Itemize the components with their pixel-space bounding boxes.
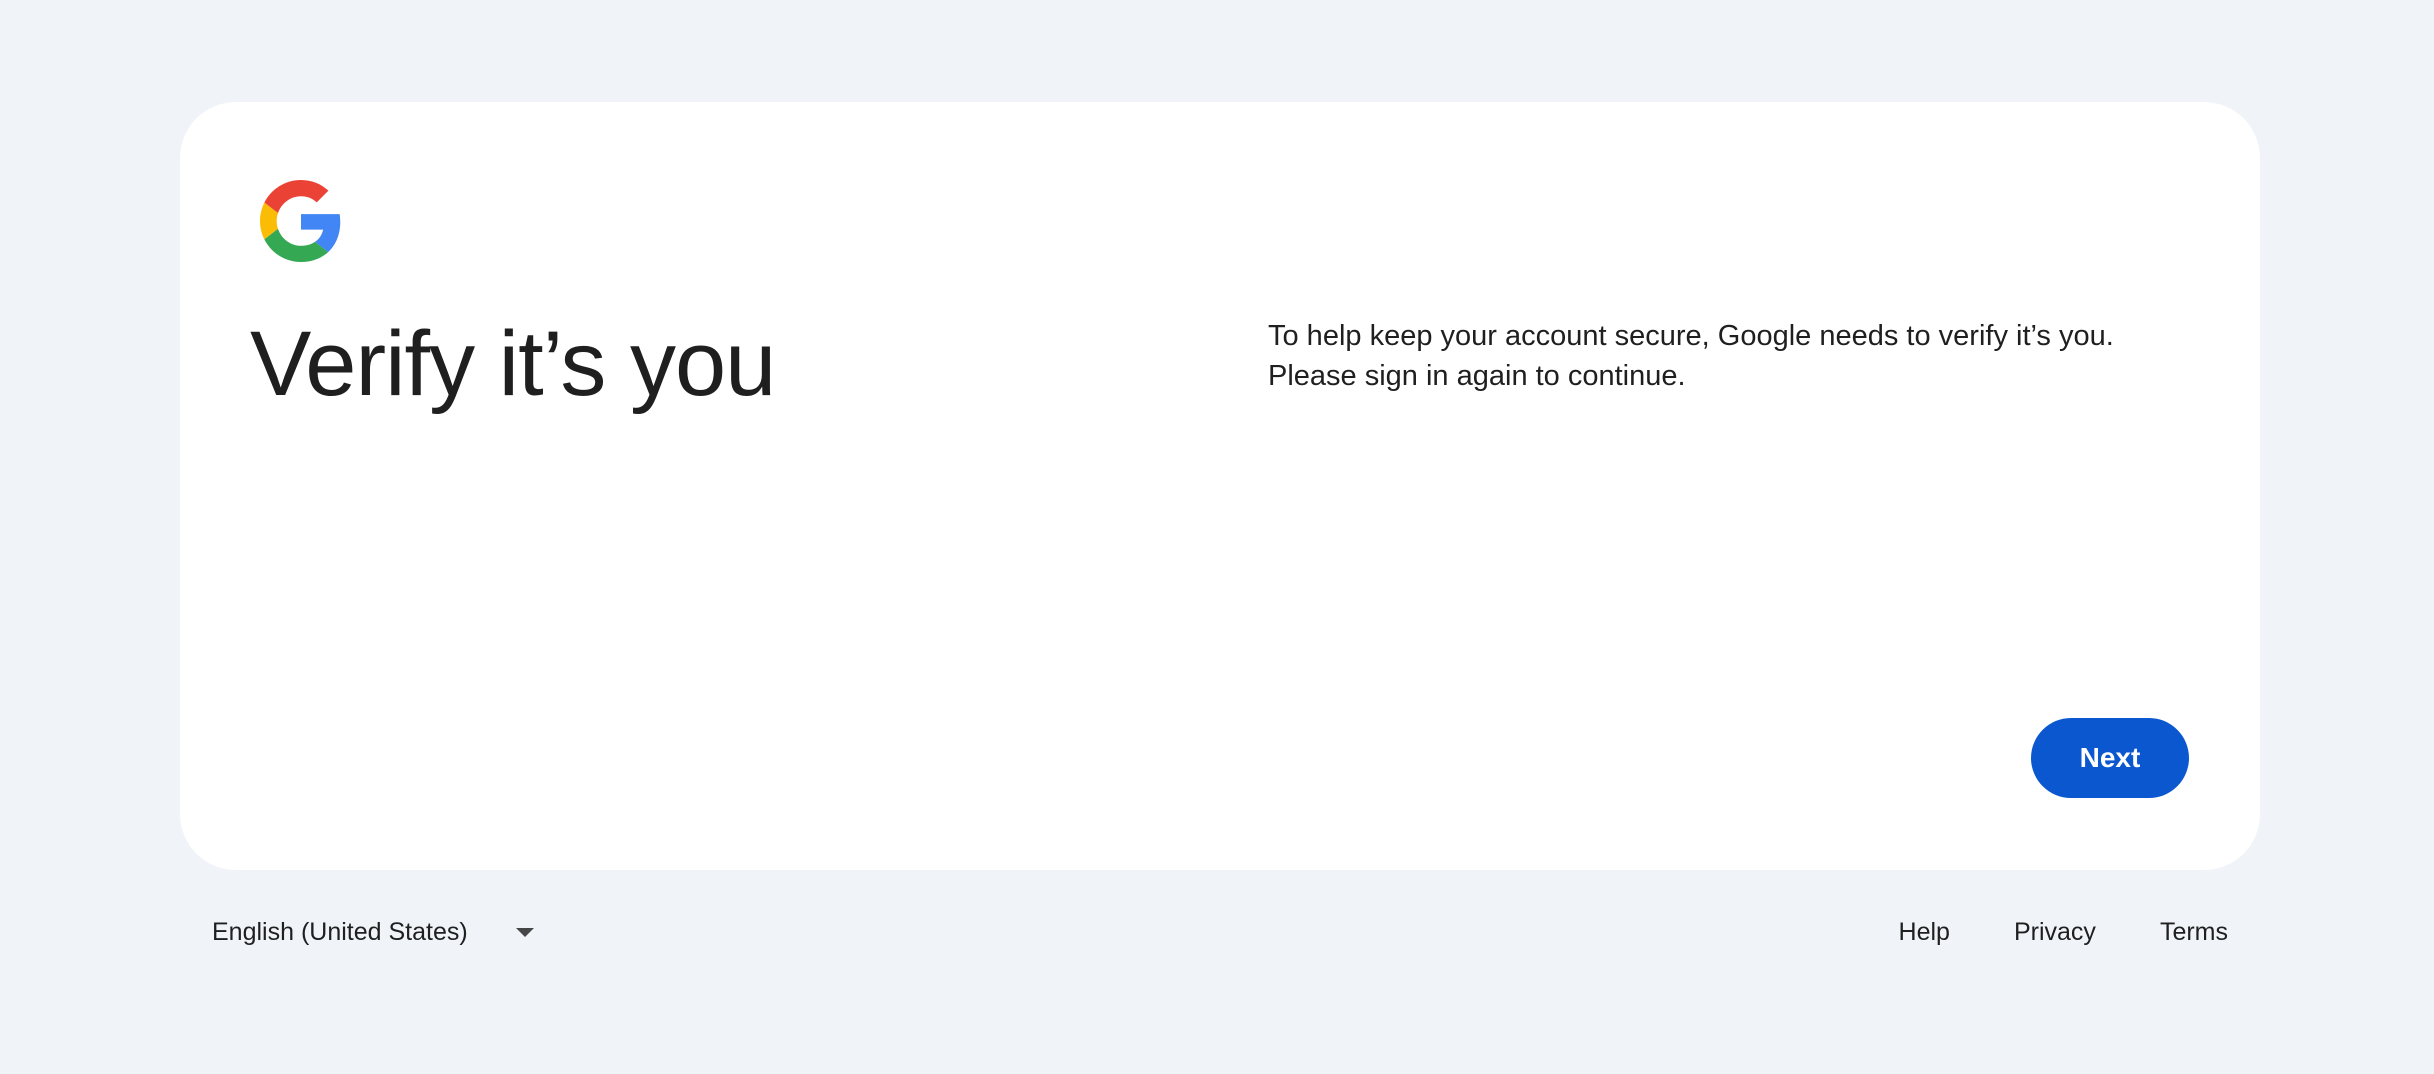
page-title: Verify it’s you: [250, 313, 776, 415]
caret-down-icon: [515, 927, 534, 937]
footer-links: Help Privacy Terms: [1899, 902, 2228, 962]
verify-description: To help keep your account secure, Google…: [1268, 316, 2168, 396]
description-line-2: Please sign in again to continue.: [1268, 360, 1686, 392]
terms-link[interactable]: Terms: [2160, 918, 2228, 947]
description-line-1: To help keep your account secure, Google…: [1268, 320, 2114, 352]
language-label: English (United States): [212, 917, 468, 946]
google-logo-icon: [260, 180, 341, 262]
language-selector[interactable]: English (United States): [212, 902, 534, 962]
privacy-link[interactable]: Privacy: [2014, 918, 2096, 947]
help-link[interactable]: Help: [1899, 918, 1950, 947]
footer: English (United States) Help Privacy Ter…: [180, 902, 2260, 962]
next-button[interactable]: Next: [2031, 718, 2189, 798]
verify-card: Verify it’s you To help keep your accoun…: [180, 102, 2260, 870]
